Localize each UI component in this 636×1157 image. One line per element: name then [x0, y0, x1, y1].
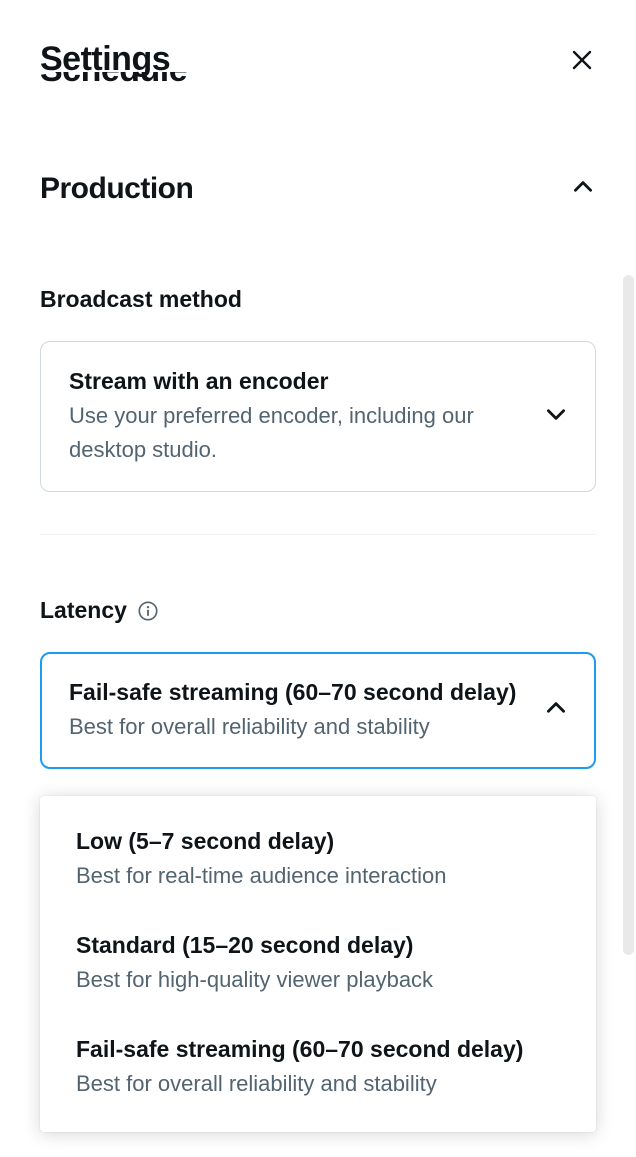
section-title-production: Production: [40, 172, 193, 206]
chevron-up-icon: [570, 174, 596, 205]
latency-selected-title: Fail-safe streaming (60–70 second delay): [69, 677, 529, 708]
latency-option-title: Standard (15–20 second delay): [76, 930, 560, 961]
latency-selected-desc: Best for overall reliability and stabili…: [69, 710, 529, 744]
broadcast-method-select[interactable]: Stream with an encoder Use your preferre…: [40, 341, 596, 492]
latency-option-title: Low (5–7 second delay): [76, 826, 560, 857]
chevron-up-icon: [543, 695, 569, 726]
latency-option-desc: Best for real-time audience interaction: [76, 859, 560, 892]
production-section-toggle[interactable]: Production: [40, 172, 596, 206]
broadcast-method-label: Broadcast method: [40, 286, 596, 313]
latency-option-desc: Best for overall reliability and stabili…: [76, 1067, 560, 1100]
scrollbar[interactable]: [623, 275, 634, 955]
latency-option-failsafe[interactable]: Fail-safe streaming (60–70 second delay)…: [40, 1016, 596, 1120]
latency-option-low[interactable]: Low (5–7 second delay) Best for real-tim…: [40, 808, 596, 912]
divider: [40, 534, 596, 535]
close-icon: [570, 48, 594, 72]
broadcast-method-selected-desc: Use your preferred encoder, including ou…: [69, 399, 529, 467]
latency-option-desc: Best for high-quality viewer playback: [76, 963, 560, 996]
latency-dropdown: Low (5–7 second delay) Best for real-tim…: [40, 796, 596, 1132]
broadcast-method-selected-title: Stream with an encoder: [69, 366, 529, 397]
schedule-section-cut: Schedule: [40, 72, 596, 87]
latency-option-title: Fail-safe streaming (60–70 second delay): [76, 1034, 560, 1065]
close-button[interactable]: [568, 46, 596, 74]
chevron-down-icon: [543, 401, 569, 432]
latency-label: Latency: [40, 597, 596, 624]
latency-select[interactable]: Fail-safe streaming (60–70 second delay)…: [40, 652, 596, 769]
info-icon[interactable]: [137, 600, 159, 622]
latency-option-standard[interactable]: Standard (15–20 second delay) Best for h…: [40, 912, 596, 1016]
